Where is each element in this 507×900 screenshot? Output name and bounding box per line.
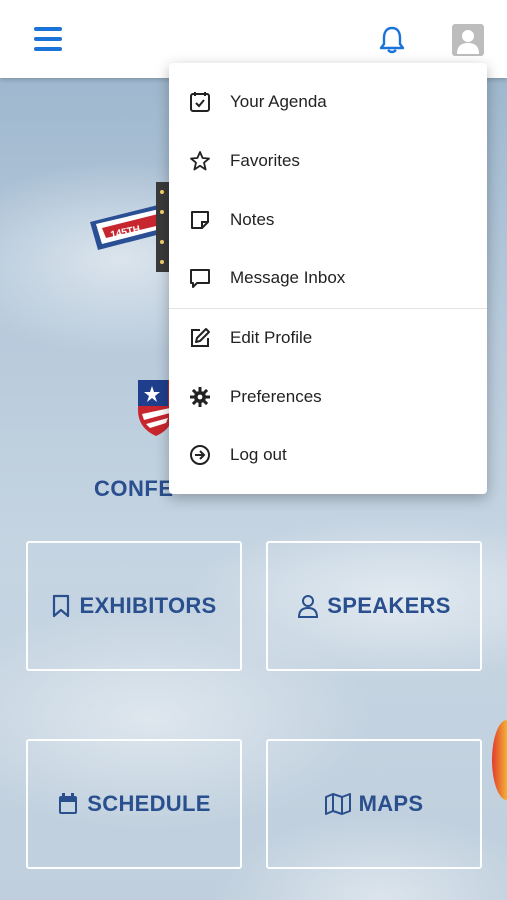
- menu-item-log-out[interactable]: Log out: [169, 426, 487, 484]
- menu-item-label: Your Agenda: [230, 92, 327, 111]
- edit-icon: [191, 328, 210, 347]
- calendar-check-icon: [190, 92, 210, 112]
- menu-item-label: Notes: [230, 210, 275, 229]
- menu-item-favorites[interactable]: Favorites: [169, 132, 487, 190]
- person-icon: [298, 595, 319, 618]
- note-icon: [191, 211, 209, 229]
- avatar-icon[interactable]: [452, 24, 484, 56]
- gear-icon: [190, 387, 210, 407]
- exhibitors-button[interactable]: EXHIBITORS: [26, 541, 242, 671]
- schedule-label: SCHEDULE: [87, 791, 211, 816]
- menu-item-label: Preferences: [230, 387, 322, 406]
- chat-icon: [190, 269, 210, 288]
- star-icon: [190, 151, 210, 171]
- menu-item-your-agenda[interactable]: Your Agenda: [169, 73, 487, 131]
- exhibitors-label: EXHIBITORS: [79, 593, 217, 618]
- profile-dropdown-menu: Your Agenda Favorites Notes Message Inbo…: [169, 63, 487, 494]
- menu-item-message-inbox[interactable]: Message Inbox: [169, 249, 487, 307]
- logout-icon: [190, 445, 210, 465]
- menu-item-label: Message Inbox: [230, 268, 346, 287]
- menu-item-label: Favorites: [230, 151, 300, 170]
- menu-item-edit-profile[interactable]: Edit Profile: [169, 309, 487, 367]
- speakers-label: SPEAKERS: [327, 593, 451, 618]
- maps-label: MAPS: [358, 791, 424, 816]
- bookmark-icon: [53, 594, 70, 618]
- maps-button[interactable]: MAPS: [266, 739, 482, 869]
- menu-item-notes[interactable]: Notes: [169, 191, 487, 249]
- speakers-button[interactable]: SPEAKERS: [266, 541, 482, 671]
- map-icon: [324, 793, 351, 815]
- conference-heading: CONFE: [94, 476, 174, 501]
- calendar-icon: [59, 793, 78, 814]
- menu-item-label: Edit Profile: [230, 328, 313, 347]
- schedule-button[interactable]: SCHEDULE: [26, 739, 242, 869]
- hamburger-icon[interactable]: [34, 27, 62, 51]
- menu-item-label: Log out: [230, 445, 287, 464]
- menu-item-preferences[interactable]: Preferences: [169, 368, 487, 426]
- bell-icon[interactable]: [376, 24, 408, 56]
- event-logo: 145TH: [90, 182, 180, 272]
